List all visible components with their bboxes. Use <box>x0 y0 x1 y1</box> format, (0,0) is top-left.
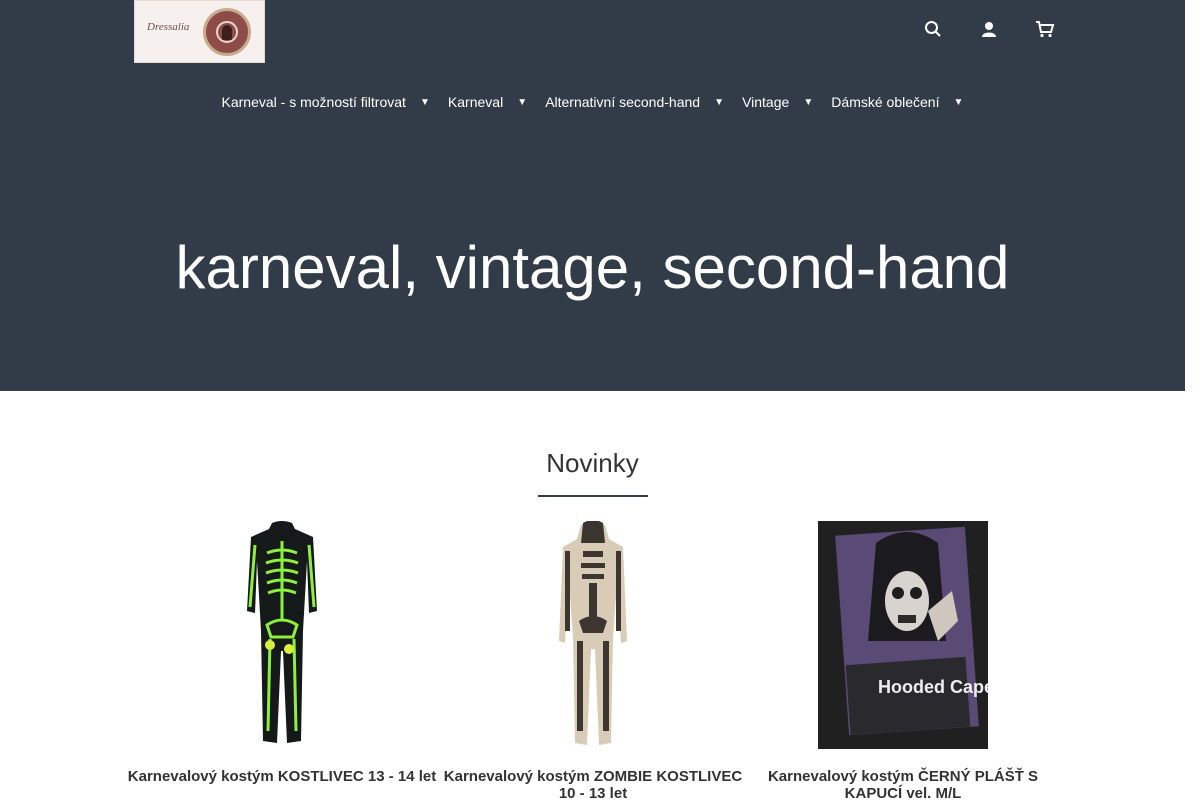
nav-item-label: Karneval <box>447 94 504 110</box>
chevron-down-icon: ▼ <box>803 96 814 108</box>
cart-icon[interactable] <box>1033 20 1057 44</box>
logo-text: Dressalia <box>147 21 190 33</box>
nav-item-karneval-filter[interactable]: Karneval - s možností filtrovat ▼ <box>222 94 430 110</box>
chevron-down-icon: ▼ <box>517 96 528 108</box>
hero-banner: Dressalia Karneval - s možností filtrova… <box>0 0 1185 391</box>
nav-item-alternative-second-hand[interactable]: Alternativní second-hand ▼ <box>545 94 724 110</box>
product-image-skeleton-costume[interactable] <box>237 521 327 749</box>
product-name[interactable]: Karnevalový kostým ZOMBIE KOSTLIVEC 10 -… <box>438 768 748 802</box>
product-name[interactable]: Karnevalový kostým KOSTLIVEC 13 - 14 let <box>127 768 437 785</box>
user-icon[interactable] <box>977 20 1001 44</box>
section-title-new-arrivals: Novinky <box>546 448 639 478</box>
site-logo[interactable]: Dressalia <box>134 0 265 63</box>
nav-item-label: Vintage <box>742 94 790 110</box>
section-divider <box>538 495 648 497</box>
chevron-down-icon: ▼ <box>419 96 430 108</box>
nav-item-womens-clothing[interactable]: Dámské oblečení ▼ <box>831 94 963 110</box>
nav-item-label: Alternativní second-hand <box>545 94 701 110</box>
search-icon[interactable] <box>921 20 945 44</box>
product-image-zombie-costume[interactable] <box>553 521 633 749</box>
logo-seal-icon <box>203 8 251 56</box>
main-navigation: Karneval - s možností filtrovat ▼ Karnev… <box>0 88 1185 116</box>
product-image-black-cape[interactable]: Hooded Cape <box>818 521 988 749</box>
product-card[interactable]: Hooded Cape Karnevalový kostým ČERNÝ PLÁ… <box>748 521 1058 811</box>
cape-pack-text: Hooded Cape <box>878 677 988 697</box>
product-name[interactable]: Karnevalový kostým ČERNÝ PLÁŠŤ S KAPUCÍ … <box>748 768 1058 802</box>
hero-title: karneval, vintage, second-hand <box>175 234 1010 301</box>
product-card[interactable]: Karnevalový kostým KOSTLIVEC 13 - 14 let <box>127 521 437 811</box>
nav-item-vintage[interactable]: Vintage ▼ <box>742 94 813 110</box>
nav-item-label: Dámské oblečení <box>831 94 940 110</box>
chevron-down-icon: ▼ <box>953 96 964 108</box>
nav-item-karneval[interactable]: Karneval ▼ <box>448 94 527 110</box>
product-card[interactable]: Karnevalový kostým ZOMBIE KOSTLIVEC 10 -… <box>438 521 748 811</box>
chevron-down-icon: ▼ <box>714 96 725 108</box>
nav-item-label: Karneval - s možností filtrovat <box>221 94 406 110</box>
